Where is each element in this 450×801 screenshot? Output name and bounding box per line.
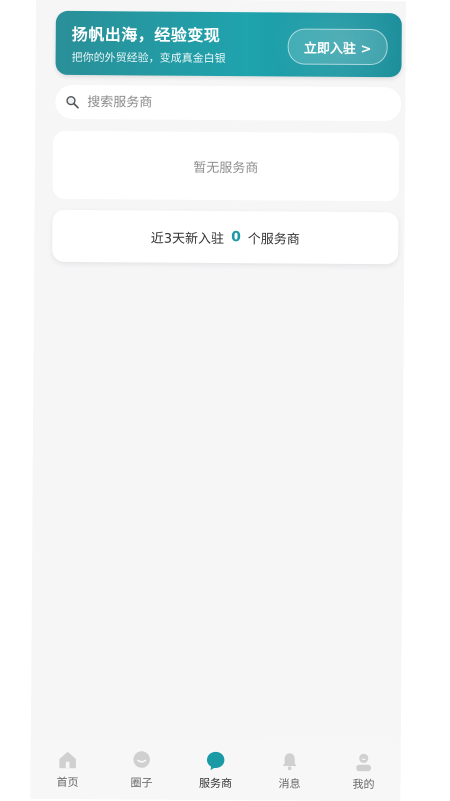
search-input[interactable]	[85, 93, 370, 113]
home-icon	[59, 751, 76, 769]
stats-prefix: 近3天新入驻	[150, 231, 225, 247]
search-bar[interactable]	[55, 84, 402, 122]
stats-suffix: 个服务商	[247, 231, 300, 248]
tab-messages-label: 消息	[278, 777, 301, 791]
bottom-tab-bar: 首页 圈子 服务商 消息 我的	[30, 740, 401, 801]
chat-icon	[133, 751, 150, 768]
service-icon	[206, 751, 225, 771]
tab-home-label: 首页	[56, 775, 79, 790]
tab-service-providers[interactable]: 服务商	[178, 742, 252, 801]
tab-profile[interactable]: 我的	[326, 743, 400, 801]
stats-count: 0	[231, 229, 241, 246]
tab-messages[interactable]: 消息	[252, 742, 326, 801]
join-now-button[interactable]: 立即入驻 >	[287, 28, 388, 66]
tab-circle-label: 圈子	[130, 776, 153, 790]
search-icon	[66, 96, 79, 109]
bell-icon	[282, 753, 297, 771]
new-providers-card: 近3天新入驻 0 个服务商	[52, 209, 399, 265]
tab-profile-label: 我的	[352, 777, 375, 792]
tab-circle[interactable]: 圈子	[104, 741, 178, 800]
tab-service-providers-label: 服务商	[198, 776, 233, 791]
app-screen: 扬帆出海，经验变现 把你的外贸经验，变成真金白银 立即入驻 > 暂无服务商 近3…	[30, 0, 406, 801]
empty-state-text: 暂无服务商	[193, 160, 259, 176]
banner-title: 扬帆出海，经验变现	[71, 24, 221, 45]
banner-subtitle: 把你的外贸经验，变成真金白银	[71, 50, 226, 66]
user-icon	[356, 753, 371, 772]
promo-banner[interactable]: 扬帆出海，经验变现 把你的外贸经验，变成真金白银 立即入驻 >	[55, 10, 402, 78]
empty-state-card: 暂无服务商	[52, 130, 400, 202]
tab-home[interactable]: 首页	[30, 741, 104, 800]
